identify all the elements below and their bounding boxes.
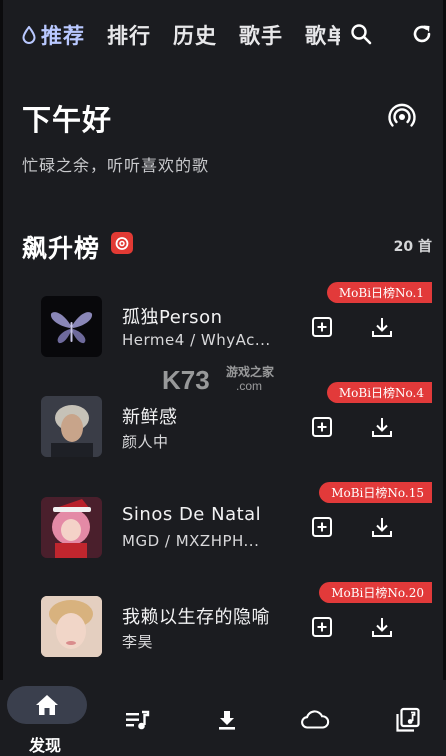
album-cover	[41, 296, 102, 357]
song-title: 我赖以生存的隐喻	[122, 607, 270, 628]
cloud-icon	[301, 710, 330, 729]
song-artist: MGD / MXZHPH...	[122, 532, 260, 550]
tab-history[interactable]: 历史	[173, 20, 217, 50]
song-title: Sinos De Natal	[122, 504, 262, 525]
watermark-domain: .com	[236, 379, 262, 393]
home-icon	[36, 695, 58, 715]
tab-label: 歌手	[239, 24, 283, 48]
song-count: 20 首	[393, 239, 432, 255]
nav-item-cloud[interactable]	[300, 706, 330, 734]
greeting-title: 下午好	[22, 103, 113, 137]
add-box-icon	[312, 317, 332, 337]
song-title: 孤独Person	[122, 307, 223, 328]
download-icon	[219, 711, 235, 730]
download-button[interactable]	[369, 414, 395, 440]
drop-icon	[22, 26, 36, 44]
nav-item-discover[interactable]	[7, 686, 87, 724]
tab-label: 歌单	[305, 24, 340, 48]
download-icon	[372, 518, 392, 537]
rank-badge: MoBi日榜No.15	[319, 482, 432, 503]
download-icon	[372, 618, 392, 637]
add-box-icon	[312, 417, 332, 437]
download-button[interactable]	[369, 314, 395, 340]
section-title: 飙升榜	[22, 234, 101, 263]
album-cover	[41, 497, 102, 558]
music-library-icon	[396, 707, 420, 732]
tab-label: 历史	[173, 24, 217, 48]
nav-label-discover: 发现	[29, 736, 62, 755]
add-to-playlist-button[interactable]	[309, 514, 335, 540]
rank-badge: MoBi日榜No.20	[319, 582, 432, 603]
netease-music-icon	[111, 232, 133, 254]
tab-ranking[interactable]: 排行	[107, 20, 151, 50]
song-row[interactable]: 我赖以生存的隐喻 李昊 MoBi日榜No.20	[0, 582, 446, 672]
nav-item-playlist[interactable]	[122, 706, 152, 734]
rank-badge: MoBi日榜No.4	[326, 382, 432, 403]
song-artist: 李昊	[122, 633, 154, 651]
download-icon	[372, 418, 392, 437]
refresh-button[interactable]	[408, 20, 436, 48]
download-button[interactable]	[369, 514, 395, 540]
refresh-icon	[413, 25, 431, 43]
watermark-logo: K73	[162, 365, 210, 395]
rank-badge: MoBi日榜No.1	[326, 282, 432, 303]
song-row[interactable]: Sinos De Natal MGD / MXZHPH... MoBi日榜No.…	[0, 482, 446, 572]
album-cover	[41, 596, 102, 657]
tab-playlists[interactable]: 歌单	[305, 20, 340, 50]
tab-label: 排行	[107, 24, 151, 48]
tab-singers[interactable]: 歌手	[239, 20, 283, 50]
greeting-subtitle: 忙碌之余，听听喜欢的歌	[22, 156, 210, 175]
category-tabs: 推荐 排行 历史 歌手 歌单	[22, 20, 340, 50]
song-row[interactable]: 孤独Person Herme4 / WhyAc... MoBi日榜No.1	[0, 282, 446, 372]
bottom-navigation: 发现	[0, 680, 446, 756]
add-box-icon	[312, 617, 332, 637]
song-title: 新鲜感	[122, 407, 178, 428]
add-box-icon	[312, 517, 332, 537]
tab-label: 推荐	[41, 24, 85, 48]
nav-item-library[interactable]	[393, 706, 423, 734]
song-artist: Herme4 / WhyAc...	[122, 331, 271, 349]
nav-item-download[interactable]	[212, 706, 242, 734]
radio-waves-icon	[388, 103, 416, 127]
search-icon	[351, 24, 372, 45]
search-button[interactable]	[347, 20, 375, 48]
song-artist: 颜人中	[122, 433, 169, 451]
add-to-playlist-button[interactable]	[309, 614, 335, 640]
download-button[interactable]	[369, 614, 395, 640]
watermark-subtitle: 游戏之家	[226, 364, 275, 379]
tab-recommend[interactable]: 推荐	[22, 20, 85, 50]
download-icon	[372, 318, 392, 337]
radio-button[interactable]	[384, 98, 420, 134]
top-bar: 推荐 排行 历史 歌手 歌单	[0, 0, 446, 70]
playlist-icon	[126, 710, 150, 730]
add-to-playlist-button[interactable]	[309, 414, 335, 440]
album-cover	[41, 396, 102, 457]
add-to-playlist-button[interactable]	[309, 314, 335, 340]
k73-watermark: K73 游戏之家 .com	[160, 362, 290, 396]
